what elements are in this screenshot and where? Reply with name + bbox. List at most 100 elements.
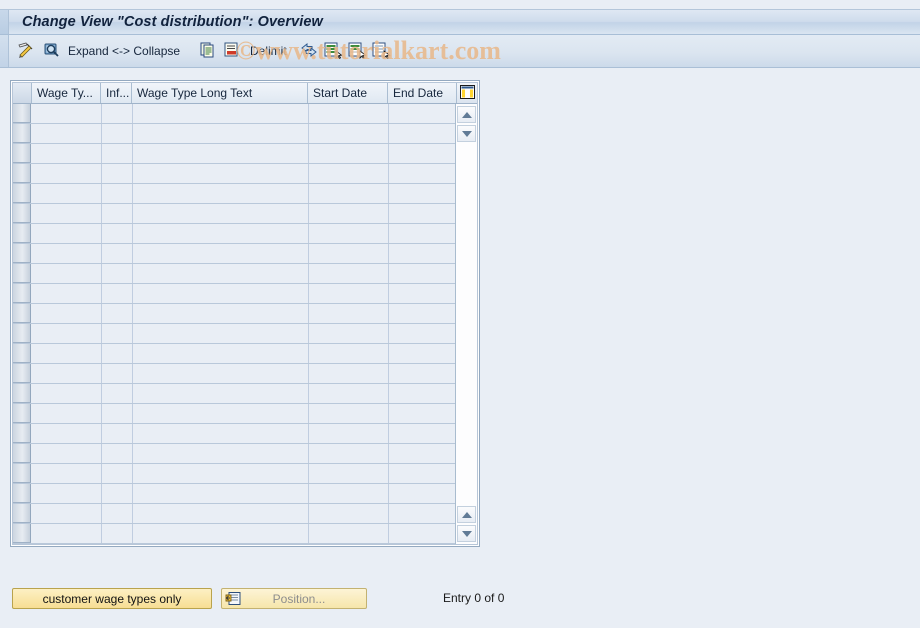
cell-divider bbox=[132, 524, 133, 543]
table-row[interactable] bbox=[13, 524, 455, 544]
cell-divider bbox=[308, 344, 309, 363]
cell-divider bbox=[132, 384, 133, 403]
display-change-button[interactable] bbox=[16, 40, 38, 62]
cell-divider bbox=[101, 464, 102, 483]
table-row[interactable] bbox=[13, 444, 455, 464]
cell-divider bbox=[308, 164, 309, 183]
row-select-handle[interactable] bbox=[13, 204, 31, 223]
deselect-all-button[interactable] bbox=[371, 40, 393, 62]
row-select-handle[interactable] bbox=[13, 344, 31, 363]
table-row[interactable] bbox=[13, 244, 455, 264]
cell-divider bbox=[132, 404, 133, 423]
customer-wage-types-only-button[interactable]: customer wage types only bbox=[12, 588, 212, 609]
row-select-handle[interactable] bbox=[13, 524, 31, 543]
table-row[interactable] bbox=[13, 484, 455, 504]
table-row[interactable] bbox=[13, 464, 455, 484]
cell-divider bbox=[308, 484, 309, 503]
table-row[interactable] bbox=[13, 384, 455, 404]
expand-collapse-label: Expand <-> Collapse bbox=[68, 44, 181, 58]
expand-all-button[interactable] bbox=[298, 40, 320, 62]
window-title-bar: Change View "Cost distribution": Overvie… bbox=[0, 9, 920, 35]
row-select-handle[interactable] bbox=[13, 424, 31, 443]
cell-divider bbox=[308, 464, 309, 483]
scroll-down-icon bbox=[461, 130, 472, 137]
cell-divider bbox=[388, 484, 389, 503]
row-select-handle[interactable] bbox=[13, 104, 31, 123]
page-title: Change View "Cost distribution": Overvie… bbox=[22, 14, 323, 30]
table-row[interactable] bbox=[13, 364, 455, 384]
row-select-handle[interactable] bbox=[13, 484, 31, 503]
table-row[interactable] bbox=[13, 184, 455, 204]
cell-divider bbox=[101, 324, 102, 343]
cell-divider bbox=[132, 464, 133, 483]
cell-divider bbox=[308, 424, 309, 443]
table-row[interactable] bbox=[13, 284, 455, 304]
row-select-handle[interactable] bbox=[13, 324, 31, 343]
table-row[interactable] bbox=[13, 304, 455, 324]
table-inner: Wage Ty... Inf... Wage Type Long Text St… bbox=[12, 82, 478, 545]
scroll-down-button[interactable] bbox=[457, 125, 476, 142]
table-header-select-all-corner[interactable] bbox=[13, 83, 32, 103]
cell-divider bbox=[132, 424, 133, 443]
row-select-handle[interactable] bbox=[13, 184, 31, 203]
cell-divider bbox=[388, 284, 389, 303]
scroll-up-button[interactable] bbox=[457, 106, 476, 123]
table-row[interactable] bbox=[13, 144, 455, 164]
row-select-handle[interactable] bbox=[13, 224, 31, 243]
pencil-glasses-icon bbox=[16, 41, 36, 62]
table-row[interactable] bbox=[13, 104, 455, 124]
table-settings-button[interactable] bbox=[456, 83, 477, 103]
row-select-handle[interactable] bbox=[13, 404, 31, 423]
table-row[interactable] bbox=[13, 204, 455, 224]
table-row[interactable] bbox=[13, 504, 455, 524]
table-row[interactable] bbox=[13, 164, 455, 184]
row-select-handle[interactable] bbox=[13, 304, 31, 323]
row-select-handle[interactable] bbox=[13, 444, 31, 463]
cell-divider bbox=[308, 364, 309, 383]
row-select-handle[interactable] bbox=[13, 464, 31, 483]
column-header-end-date[interactable]: End Date bbox=[388, 83, 459, 103]
table-row[interactable] bbox=[13, 344, 455, 364]
position-button[interactable]: Position... bbox=[221, 588, 367, 609]
table-row[interactable] bbox=[13, 424, 455, 444]
cell-divider bbox=[308, 184, 309, 203]
table-row[interactable] bbox=[13, 224, 455, 244]
undo-button[interactable] bbox=[222, 40, 244, 62]
table-row[interactable] bbox=[13, 324, 455, 344]
table-row[interactable] bbox=[13, 404, 455, 424]
cell-divider bbox=[101, 304, 102, 323]
cell-divider bbox=[308, 384, 309, 403]
table-row[interactable] bbox=[13, 264, 455, 284]
row-select-handle[interactable] bbox=[13, 384, 31, 403]
expand-collapse-button[interactable]: Expand <-> Collapse bbox=[68, 40, 180, 62]
scroll-up-icon bbox=[461, 111, 472, 118]
cell-divider bbox=[308, 124, 309, 143]
column-header-start-date[interactable]: Start Date bbox=[308, 83, 388, 103]
check-entries-button[interactable] bbox=[42, 40, 64, 62]
column-header-wage-type-long-text[interactable]: Wage Type Long Text bbox=[132, 83, 308, 103]
cell-divider bbox=[101, 204, 102, 223]
column-header-infotype[interactable]: Inf... bbox=[101, 83, 132, 103]
row-select-handle[interactable] bbox=[13, 264, 31, 283]
cell-divider bbox=[308, 244, 309, 263]
row-select-handle[interactable] bbox=[13, 284, 31, 303]
table-vertical-scrollbar[interactable] bbox=[455, 104, 477, 544]
row-select-handle[interactable] bbox=[13, 164, 31, 183]
column-header-wage-type[interactable]: Wage Ty... bbox=[32, 83, 101, 103]
scroll-page-up-button[interactable] bbox=[457, 506, 476, 523]
select-block-button[interactable] bbox=[347, 40, 369, 62]
delimit-button[interactable]: Delimit bbox=[250, 40, 287, 62]
cell-divider bbox=[101, 524, 102, 543]
cell-divider bbox=[388, 144, 389, 163]
cell-divider bbox=[388, 504, 389, 523]
row-select-handle[interactable] bbox=[13, 124, 31, 143]
row-select-handle[interactable] bbox=[13, 144, 31, 163]
row-select-handle[interactable] bbox=[13, 504, 31, 523]
row-select-handle[interactable] bbox=[13, 364, 31, 383]
row-select-handle[interactable] bbox=[13, 244, 31, 263]
select-all-button[interactable] bbox=[323, 40, 345, 62]
table-row[interactable] bbox=[13, 124, 455, 144]
copy-as-button[interactable] bbox=[198, 40, 220, 62]
cell-divider bbox=[132, 244, 133, 263]
scroll-page-down-button[interactable] bbox=[457, 525, 476, 542]
